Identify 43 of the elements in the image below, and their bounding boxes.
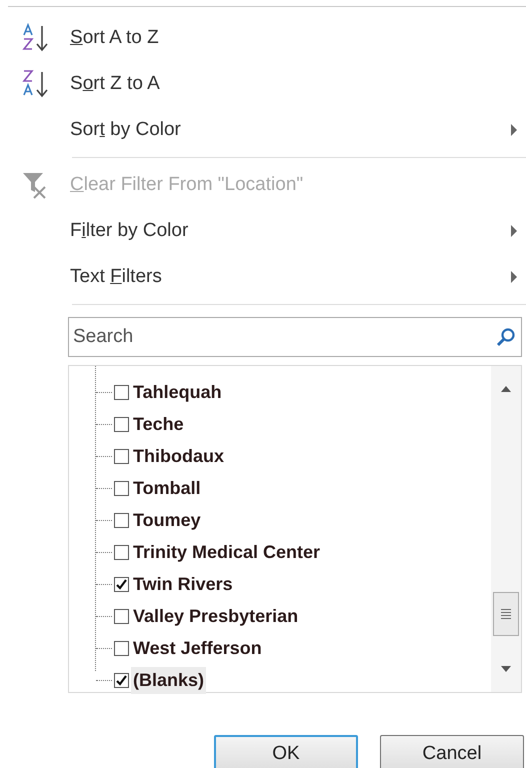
cancel-button[interactable]: Cancel [380, 735, 524, 768]
value-label[interactable]: Tomball [131, 474, 203, 502]
checkbox[interactable] [114, 576, 129, 592]
ok-button[interactable]: OK [214, 735, 358, 768]
checkmark-icon [116, 578, 127, 590]
checkbox[interactable] [114, 384, 129, 400]
scrollbar[interactable] [491, 366, 521, 692]
value-label[interactable]: Thibodaux [131, 442, 226, 470]
checkbox[interactable] [114, 416, 129, 432]
value-label[interactable]: Teche [131, 410, 186, 438]
checkmark-icon [116, 674, 127, 686]
checkbox[interactable] [114, 448, 129, 464]
menu-label: Text Filters [70, 264, 163, 289]
scroll-down-icon[interactable] [501, 666, 511, 672]
menu-item[interactable]: Filter by Color [0, 208, 526, 254]
checkbox[interactable] [114, 608, 129, 624]
value-label[interactable]: Toumey [131, 506, 203, 534]
value-label[interactable]: Twin Rivers [131, 570, 235, 598]
scroll-up-icon[interactable] [501, 386, 511, 392]
menu-item[interactable]: Text Filters [0, 254, 526, 300]
search-field[interactable]: Search [68, 317, 522, 357]
value-label[interactable]: West Jefferson [131, 634, 264, 662]
checkbox[interactable] [114, 544, 129, 560]
menu-item[interactable]: Sort Z to A [0, 61, 526, 107]
menu-label: Filter by Color [70, 218, 190, 243]
menu-item[interactable]: Sort by Color [0, 107, 526, 153]
scroll-thumb[interactable] [493, 592, 519, 636]
menu-label: Clear Filter From "Location" [70, 172, 304, 197]
checkbox[interactable] [114, 640, 129, 656]
value-label[interactable]: Valley Presbyterian [131, 602, 300, 630]
menu-label: Sort Z to A [70, 72, 161, 96]
checkbox[interactable] [114, 512, 129, 528]
menu-label: Sort A to Z [70, 26, 160, 50]
search-icon [496, 327, 516, 347]
checkbox[interactable] [114, 672, 129, 688]
checkbox[interactable] [114, 480, 129, 496]
menu-item[interactable]: Sort A to Z [0, 15, 526, 61]
menu-label: Sort by Color [70, 118, 182, 142]
sort-ascending-icon [21, 23, 49, 53]
sort-descending-icon [21, 69, 49, 99]
value-label[interactable]: (Blanks) [131, 666, 206, 694]
value-label[interactable]: Trinity Medical Center [131, 538, 322, 566]
value-label[interactable]: Tahlequah [131, 378, 224, 406]
